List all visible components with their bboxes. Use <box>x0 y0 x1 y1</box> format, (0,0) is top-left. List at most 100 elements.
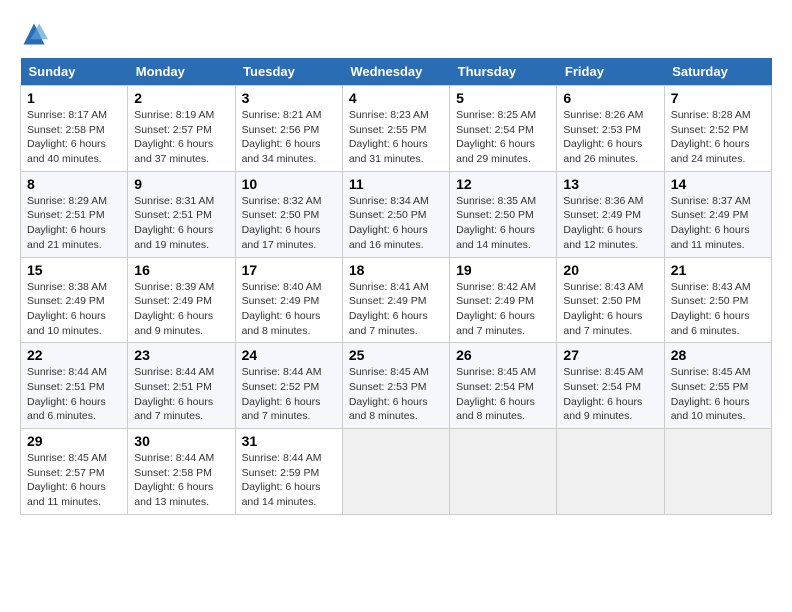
day-number: 15 <box>27 262 121 278</box>
day-number: 9 <box>134 176 228 192</box>
day-cell: 5 Sunrise: 8:25 AM Sunset: 2:54 PM Daylig… <box>450 86 557 172</box>
day-number: 19 <box>456 262 550 278</box>
day-number: 27 <box>563 347 657 363</box>
day-number: 10 <box>242 176 336 192</box>
week-row-3: 15 Sunrise: 8:38 AM Sunset: 2:49 PM Dayli… <box>21 257 772 343</box>
day-number: 17 <box>242 262 336 278</box>
day-number: 6 <box>563 90 657 106</box>
day-cell: 30 Sunrise: 8:44 AM Sunset: 2:58 PM Dayli… <box>128 429 235 515</box>
day-number: 29 <box>27 433 121 449</box>
day-info: Sunrise: 8:31 AM Sunset: 2:51 PM Dayligh… <box>134 194 228 253</box>
header-row: SundayMondayTuesdayWednesdayThursdayFrid… <box>21 58 772 86</box>
day-cell: 22 Sunrise: 8:44 AM Sunset: 2:51 PM Dayli… <box>21 343 128 429</box>
day-info: Sunrise: 8:45 AM Sunset: 2:54 PM Dayligh… <box>563 365 657 424</box>
week-row-2: 8Sunrise: 8:29 AM Sunset: 2:51 PM Daylig… <box>21 171 772 257</box>
day-info: Sunrise: 8:35 AM Sunset: 2:50 PM Dayligh… <box>456 194 550 253</box>
day-info: Sunrise: 8:45 AM Sunset: 2:53 PM Dayligh… <box>349 365 443 424</box>
day-number: 21 <box>671 262 765 278</box>
day-number: 3 <box>242 90 336 106</box>
day-info: Sunrise: 8:23 AM Sunset: 2:55 PM Dayligh… <box>349 108 443 167</box>
day-number: 20 <box>563 262 657 278</box>
day-info: Sunrise: 8:44 AM Sunset: 2:51 PM Dayligh… <box>27 365 121 424</box>
day-number: 14 <box>671 176 765 192</box>
day-info: Sunrise: 8:34 AM Sunset: 2:50 PM Dayligh… <box>349 194 443 253</box>
day-number: 1 <box>27 90 121 106</box>
day-cell: 31Sunrise: 8:44 AM Sunset: 2:59 PM Dayli… <box>235 429 342 515</box>
logo <box>20 20 52 48</box>
day-info: Sunrise: 8:37 AM Sunset: 2:49 PM Dayligh… <box>671 194 765 253</box>
day-number: 4 <box>349 90 443 106</box>
day-info: Sunrise: 8:44 AM Sunset: 2:58 PM Dayligh… <box>134 451 228 510</box>
day-cell: 26 Sunrise: 8:45 AM Sunset: 2:54 PM Dayli… <box>450 343 557 429</box>
day-number: 5 <box>456 90 550 106</box>
header-cell-tuesday: Tuesday <box>235 58 342 86</box>
day-cell: 27 Sunrise: 8:45 AM Sunset: 2:54 PM Dayli… <box>557 343 664 429</box>
day-number: 30 <box>134 433 228 449</box>
day-info: Sunrise: 8:44 AM Sunset: 2:51 PM Dayligh… <box>134 365 228 424</box>
day-info: Sunrise: 8:38 AM Sunset: 2:49 PM Dayligh… <box>27 280 121 339</box>
day-info: Sunrise: 8:40 AM Sunset: 2:49 PM Dayligh… <box>242 280 336 339</box>
day-cell: 6 Sunrise: 8:26 AM Sunset: 2:53 PM Daylig… <box>557 86 664 172</box>
calendar-header: SundayMondayTuesdayWednesdayThursdayFrid… <box>21 58 772 86</box>
day-info: Sunrise: 8:43 AM Sunset: 2:50 PM Dayligh… <box>671 280 765 339</box>
day-info: Sunrise: 8:26 AM Sunset: 2:53 PM Dayligh… <box>563 108 657 167</box>
day-cell: 16 Sunrise: 8:39 AM Sunset: 2:49 PM Dayli… <box>128 257 235 343</box>
header-cell-sunday: Sunday <box>21 58 128 86</box>
day-cell: 21 Sunrise: 8:43 AM Sunset: 2:50 PM Dayli… <box>664 257 771 343</box>
day-number: 25 <box>349 347 443 363</box>
day-cell: 10 Sunrise: 8:32 AM Sunset: 2:50 PM Dayli… <box>235 171 342 257</box>
logo-icon <box>20 20 48 48</box>
day-number: 26 <box>456 347 550 363</box>
day-cell: 12 Sunrise: 8:35 AM Sunset: 2:50 PM Dayli… <box>450 171 557 257</box>
day-info: Sunrise: 8:41 AM Sunset: 2:49 PM Dayligh… <box>349 280 443 339</box>
day-info: Sunrise: 8:39 AM Sunset: 2:49 PM Dayligh… <box>134 280 228 339</box>
day-cell: 13Sunrise: 8:36 AM Sunset: 2:49 PM Dayli… <box>557 171 664 257</box>
day-number: 23 <box>134 347 228 363</box>
day-cell: 4 Sunrise: 8:23 AM Sunset: 2:55 PM Daylig… <box>342 86 449 172</box>
day-number: 24 <box>242 347 336 363</box>
day-cell <box>664 429 771 515</box>
day-info: Sunrise: 8:45 AM Sunset: 2:54 PM Dayligh… <box>456 365 550 424</box>
calendar-table: SundayMondayTuesdayWednesdayThursdayFrid… <box>20 58 772 515</box>
day-cell: 11Sunrise: 8:34 AM Sunset: 2:50 PM Dayli… <box>342 171 449 257</box>
day-info: Sunrise: 8:45 AM Sunset: 2:55 PM Dayligh… <box>671 365 765 424</box>
day-info: Sunrise: 8:42 AM Sunset: 2:49 PM Dayligh… <box>456 280 550 339</box>
day-number: 7 <box>671 90 765 106</box>
day-cell: 7 Sunrise: 8:28 AM Sunset: 2:52 PM Daylig… <box>664 86 771 172</box>
week-row-5: 29 Sunrise: 8:45 AM Sunset: 2:57 PM Dayli… <box>21 429 772 515</box>
day-number: 12 <box>456 176 550 192</box>
day-info: Sunrise: 8:19 AM Sunset: 2:57 PM Dayligh… <box>134 108 228 167</box>
day-info: Sunrise: 8:45 AM Sunset: 2:57 PM Dayligh… <box>27 451 121 510</box>
day-cell: 2 Sunrise: 8:19 AM Sunset: 2:57 PM Daylig… <box>128 86 235 172</box>
day-number: 16 <box>134 262 228 278</box>
day-cell <box>450 429 557 515</box>
day-info: Sunrise: 8:25 AM Sunset: 2:54 PM Dayligh… <box>456 108 550 167</box>
calendar-body: 1 Sunrise: 8:17 AM Sunset: 2:58 PM Daylig… <box>21 86 772 515</box>
day-cell: 14 Sunrise: 8:37 AM Sunset: 2:49 PM Dayli… <box>664 171 771 257</box>
day-info: Sunrise: 8:44 AM Sunset: 2:52 PM Dayligh… <box>242 365 336 424</box>
day-number: 2 <box>134 90 228 106</box>
day-number: 18 <box>349 262 443 278</box>
day-info: Sunrise: 8:43 AM Sunset: 2:50 PM Dayligh… <box>563 280 657 339</box>
header-cell-thursday: Thursday <box>450 58 557 86</box>
week-row-4: 22 Sunrise: 8:44 AM Sunset: 2:51 PM Dayli… <box>21 343 772 429</box>
header-cell-wednesday: Wednesday <box>342 58 449 86</box>
day-number: 28 <box>671 347 765 363</box>
day-number: 22 <box>27 347 121 363</box>
day-cell <box>557 429 664 515</box>
day-cell: 29 Sunrise: 8:45 AM Sunset: 2:57 PM Dayli… <box>21 429 128 515</box>
day-cell: 3 Sunrise: 8:21 AM Sunset: 2:56 PM Daylig… <box>235 86 342 172</box>
day-cell: 25 Sunrise: 8:45 AM Sunset: 2:53 PM Dayli… <box>342 343 449 429</box>
week-row-1: 1 Sunrise: 8:17 AM Sunset: 2:58 PM Daylig… <box>21 86 772 172</box>
day-info: Sunrise: 8:32 AM Sunset: 2:50 PM Dayligh… <box>242 194 336 253</box>
day-info: Sunrise: 8:28 AM Sunset: 2:52 PM Dayligh… <box>671 108 765 167</box>
day-cell: 15 Sunrise: 8:38 AM Sunset: 2:49 PM Dayli… <box>21 257 128 343</box>
day-info: Sunrise: 8:17 AM Sunset: 2:58 PM Dayligh… <box>27 108 121 167</box>
day-cell: 9 Sunrise: 8:31 AM Sunset: 2:51 PM Daylig… <box>128 171 235 257</box>
day-cell: 24 Sunrise: 8:44 AM Sunset: 2:52 PM Dayli… <box>235 343 342 429</box>
day-cell: 8Sunrise: 8:29 AM Sunset: 2:51 PM Daylig… <box>21 171 128 257</box>
page-header <box>20 20 772 48</box>
day-cell: 17 Sunrise: 8:40 AM Sunset: 2:49 PM Dayli… <box>235 257 342 343</box>
day-number: 31 <box>242 433 336 449</box>
day-info: Sunrise: 8:21 AM Sunset: 2:56 PM Dayligh… <box>242 108 336 167</box>
